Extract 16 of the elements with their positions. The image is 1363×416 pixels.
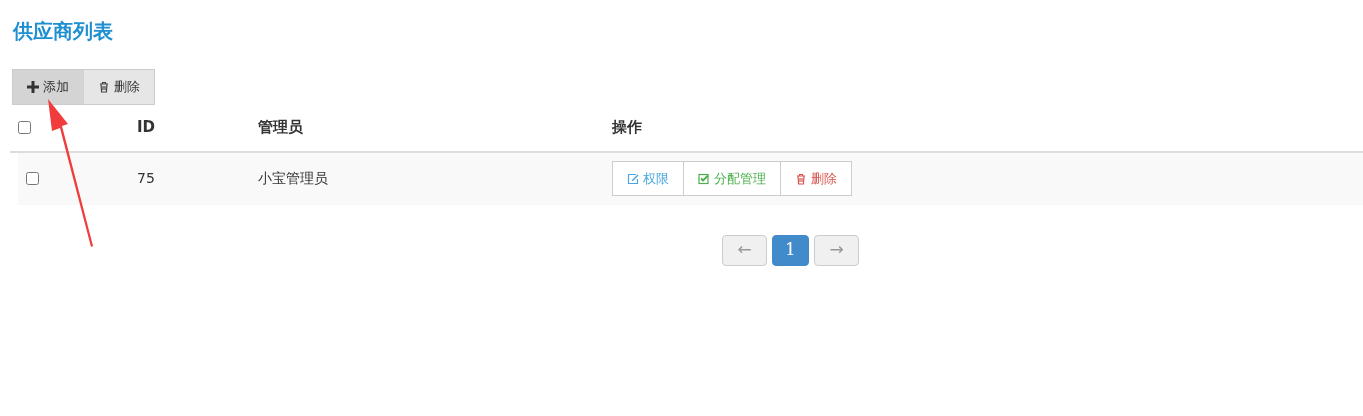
plus-icon <box>27 80 39 93</box>
checkbox-icon <box>698 172 710 185</box>
trash-icon <box>795 172 807 185</box>
edit-icon <box>627 172 639 185</box>
column-header: ID <box>137 117 157 139</box>
trash-icon <box>98 80 110 93</box>
row-checkbox[interactable] <box>26 172 39 185</box>
add-button[interactable]: 添加 <box>13 70 83 104</box>
select-all-checkbox[interactable] <box>18 121 31 134</box>
page-button[interactable]: 1 <box>772 234 809 266</box>
column-header: 操作 <box>612 117 643 139</box>
table-cell: 小宝管理员 <box>258 170 328 186</box>
column-header: 管理员 <box>258 117 304 139</box>
page-title: 供应商列表 <box>13 18 113 45</box>
table-cell: 75 <box>137 170 155 186</box>
delete-button[interactable]: 删除 <box>83 70 154 104</box>
